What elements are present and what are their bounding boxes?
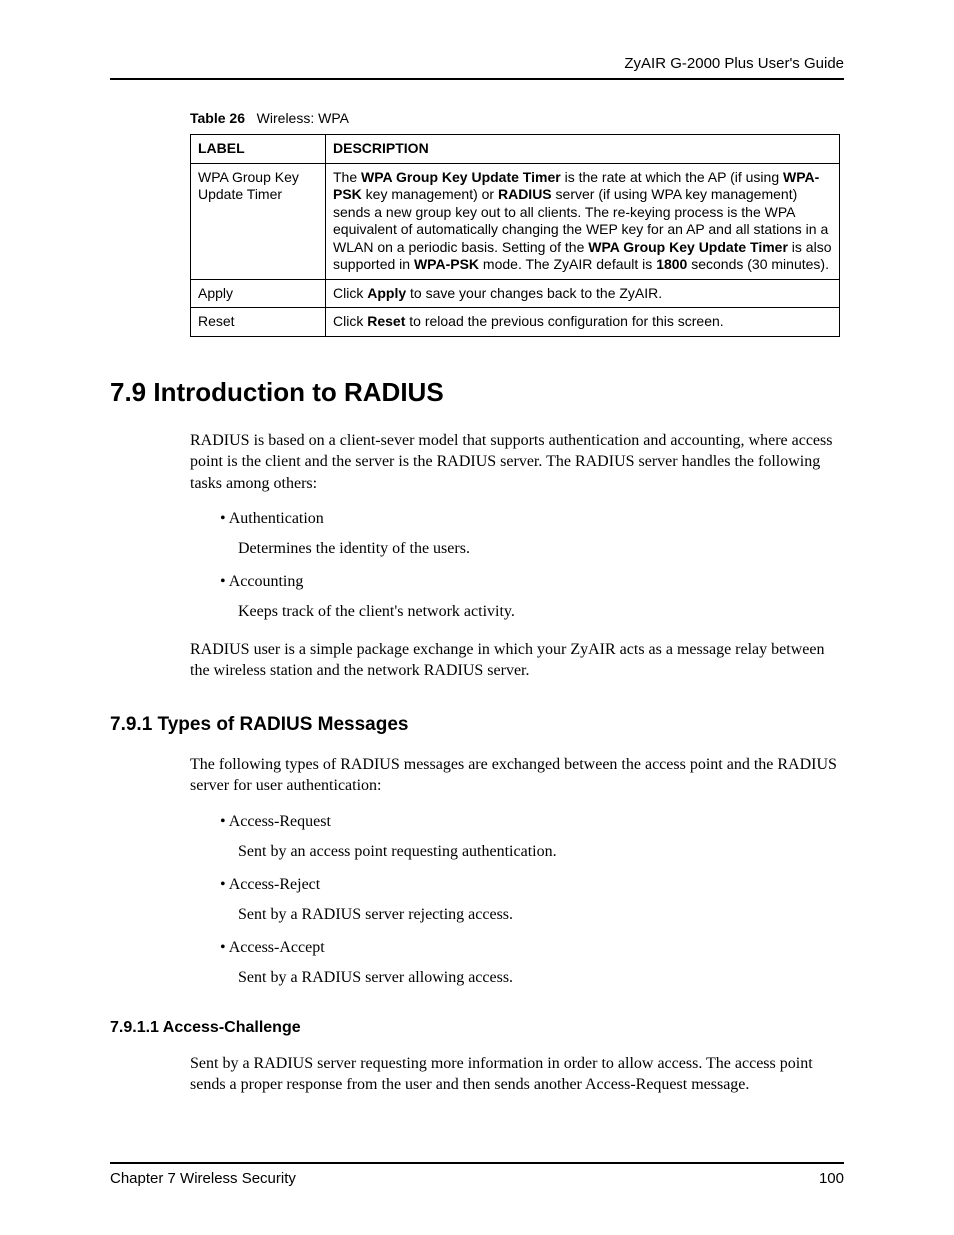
bullet-desc: Sent by an access point requesting authe… xyxy=(238,841,844,863)
table-caption: Table 26 Wireless: WPA xyxy=(190,110,844,126)
bullet-head: Access-Reject xyxy=(220,876,320,893)
table-header-row: LABEL DESCRIPTION xyxy=(191,135,840,164)
cell-description: Click Reset to reload the previous confi… xyxy=(326,308,840,337)
bullet-desc: Sent by a RADIUS server rejecting access… xyxy=(238,904,844,926)
bullet-head: Access-Request xyxy=(220,813,331,830)
cell-description: Click Apply to save your changes back to… xyxy=(326,279,840,308)
table-number: Table 26 xyxy=(190,110,245,126)
col-header-label: LABEL xyxy=(191,135,326,164)
bullet-desc: Sent by a RADIUS server allowing access. xyxy=(238,967,844,989)
table-title: Wireless: WPA xyxy=(257,110,349,126)
bullet-list: Access-Request Sent by an access point r… xyxy=(220,811,844,989)
heading-7-9: 7.9 Introduction to RADIUS xyxy=(110,377,844,408)
footer-chapter: Chapter 7 Wireless Security xyxy=(110,1170,296,1187)
bullet-desc: Determines the identity of the users. xyxy=(238,538,844,560)
paragraph: RADIUS is based on a client-sever model … xyxy=(190,430,844,495)
page: ZyAIR G-2000 Plus User's Guide Table 26 … xyxy=(0,0,954,1235)
list-item: Accounting Keeps track of the client's n… xyxy=(220,571,844,622)
cell-label: Apply xyxy=(191,279,326,308)
table-row: Apply Click Apply to save your changes b… xyxy=(191,279,840,308)
heading-7-9-1-1: 7.9.1.1 Access-Challenge xyxy=(110,1019,844,1037)
list-item: Authentication Determines the identity o… xyxy=(220,508,844,559)
heading-7-9-1: 7.9.1 Types of RADIUS Messages xyxy=(110,714,844,736)
cell-label: WPA Group Key Update Timer xyxy=(191,163,326,279)
bullet-head: Authentication xyxy=(220,510,324,527)
paragraph: RADIUS user is a simple package exchange… xyxy=(190,639,844,682)
paragraph: Sent by a RADIUS server requesting more … xyxy=(190,1053,844,1096)
wpa-table: LABEL DESCRIPTION WPA Group Key Update T… xyxy=(190,134,840,337)
document-title: ZyAIR G-2000 Plus User's Guide xyxy=(624,55,844,72)
page-header: ZyAIR G-2000 Plus User's Guide xyxy=(110,55,844,80)
bullet-desc: Keeps track of the client's network acti… xyxy=(238,601,844,623)
table-row: Reset Click Reset to reload the previous… xyxy=(191,308,840,337)
list-item: Access-Reject Sent by a RADIUS server re… xyxy=(220,874,844,925)
cell-label: Reset xyxy=(191,308,326,337)
bullet-head: Access-Accept xyxy=(220,939,325,956)
list-item: Access-Accept Sent by a RADIUS server al… xyxy=(220,937,844,988)
paragraph: The following types of RADIUS messages a… xyxy=(190,754,844,797)
col-header-description: DESCRIPTION xyxy=(326,135,840,164)
page-footer: Chapter 7 Wireless Security 100 xyxy=(110,1162,844,1187)
list-item: Access-Request Sent by an access point r… xyxy=(220,811,844,862)
table-row: WPA Group Key Update Timer The WPA Group… xyxy=(191,163,840,279)
bullet-list: Authentication Determines the identity o… xyxy=(220,508,844,622)
bullet-head: Accounting xyxy=(220,573,303,590)
footer-page-number: 100 xyxy=(819,1170,844,1187)
cell-description: The WPA Group Key Update Timer is the ra… xyxy=(326,163,840,279)
